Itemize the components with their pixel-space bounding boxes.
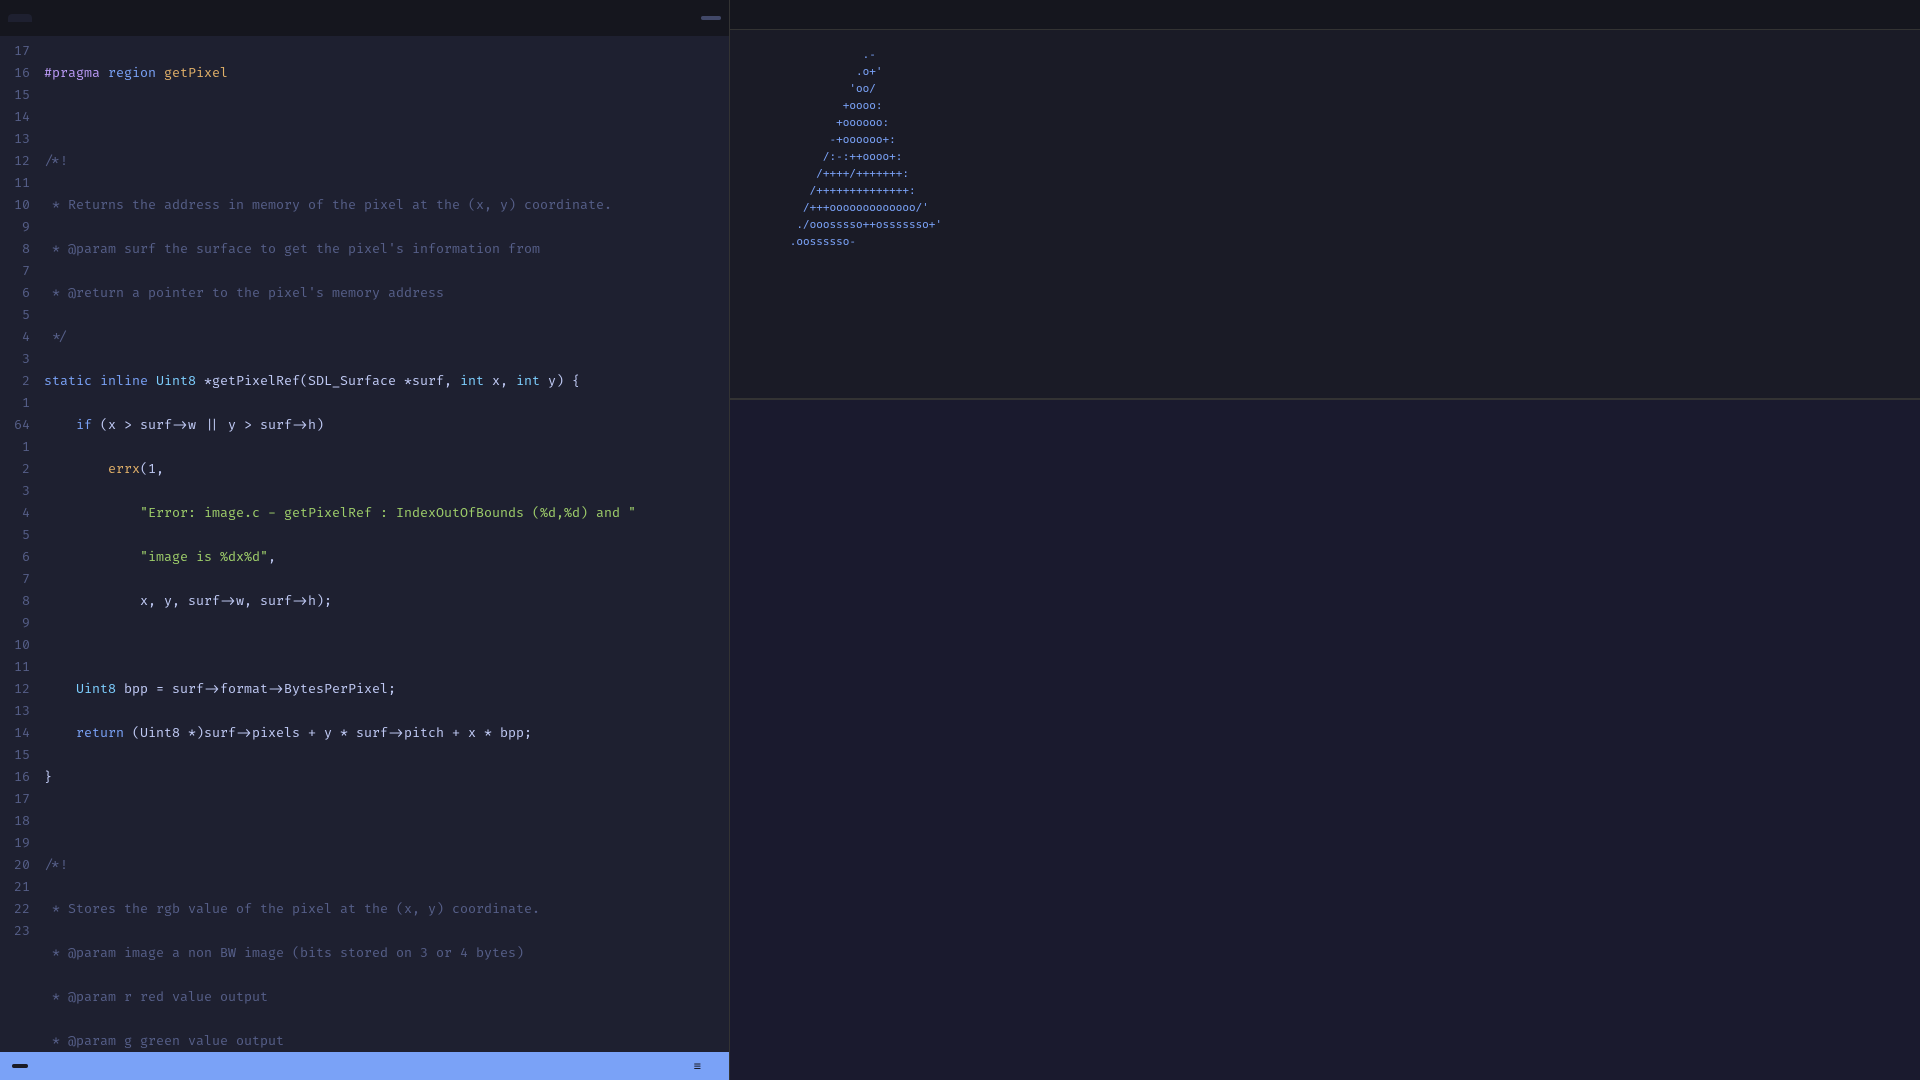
line-numbers: 1716151413 121110 9 8 7 6 5 4 3 2 164 1 … xyxy=(0,36,36,1052)
status-right: ≡ xyxy=(662,1059,717,1073)
editor-statusbar: ≡ xyxy=(0,1052,729,1080)
status-pos: ≡ xyxy=(694,1059,701,1073)
neofetch-inner: .- .o+' 'oo/ +oooo: +oooooo: -+oooooo+: … xyxy=(730,30,1920,266)
screen: 1716151413 121110 9 8 7 6 5 4 3 2 164 1 … xyxy=(0,0,1920,1080)
editor-content: 1716151413 121110 9 8 7 6 5 4 3 2 164 1 … xyxy=(0,36,729,1052)
neofetch-pane: .- .o+' 'oo/ +oooo: +oooooo: -+oooooo+: … xyxy=(730,0,1920,400)
editor-tab-image-c[interactable] xyxy=(8,14,32,22)
editor-pane: 1716151413 121110 9 8 7 6 5 4 3 2 164 1 … xyxy=(0,0,730,1080)
neofetch-topbar xyxy=(730,0,1920,30)
editor-tab-bar xyxy=(0,0,729,36)
right-pane: .- .o+' 'oo/ +oooo: +oooooo: -+oooooo+: … xyxy=(730,0,1920,1080)
main-area: 1716151413 121110 9 8 7 6 5 4 3 2 164 1 … xyxy=(0,0,1920,1080)
status-mode xyxy=(12,1064,28,1068)
code-area[interactable]: #pragma region getPixel /*! * Returns th… xyxy=(36,36,729,1052)
buffers-pill[interactable] xyxy=(701,16,721,20)
neofetch-ascii-art: .- .o+' 'oo/ +oooo: +oooooo: -+oooooo+: … xyxy=(750,46,1070,250)
